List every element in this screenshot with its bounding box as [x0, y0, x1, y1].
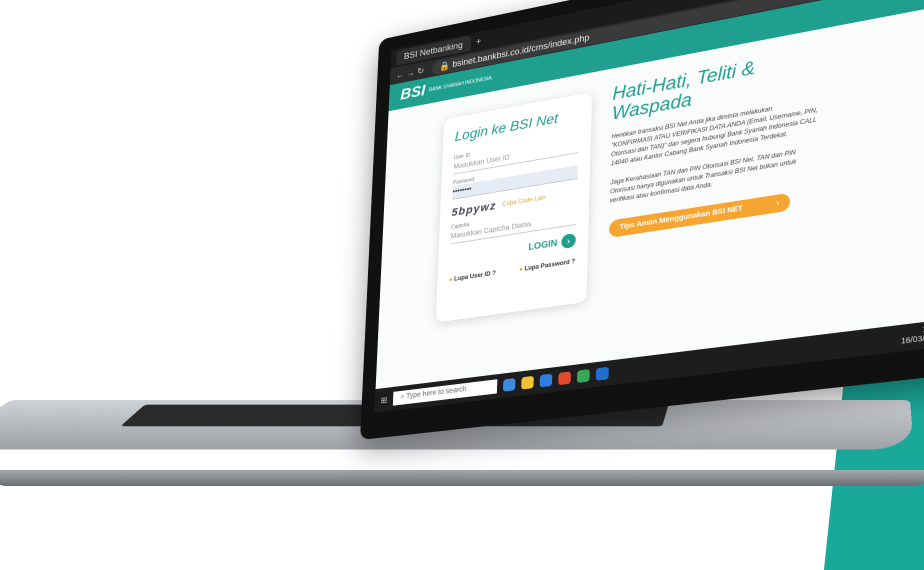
- login-button-label: LOGIN: [528, 237, 558, 253]
- opera-icon[interactable]: [557, 371, 571, 386]
- laptop-screen-bezel: BSI Netbanking + – □ × ← → ↻ 🔒 bsinet.ba…: [360, 0, 924, 441]
- mail-icon[interactable]: [539, 373, 553, 388]
- laptop-front-edge: [0, 470, 924, 486]
- taskbar-search-placeholder: Type here to search: [405, 385, 467, 401]
- forgot-password-label: Lupa Password ?: [524, 259, 576, 273]
- forgot-password-link[interactable]: ● Lupa Password ?: [519, 259, 575, 273]
- word-icon[interactable]: [595, 366, 609, 381]
- captcha-image: 5bpywz: [451, 200, 497, 220]
- reload-icon[interactable]: ↻: [417, 65, 424, 77]
- security-info-panel: Hati-Hati, Teliti & Waspada Hentikan tra…: [608, 46, 818, 238]
- taskbar-clock[interactable]: 13:05 16/03/2021: [901, 324, 924, 347]
- back-arrow-icon[interactable]: ←: [396, 69, 405, 80]
- task-view-icon[interactable]: [502, 378, 516, 392]
- chevron-right-icon: ›: [776, 199, 780, 208]
- lock-icon: 🔒: [439, 59, 451, 72]
- forgot-user-id-link[interactable]: ● Lupa User ID ?: [449, 271, 496, 284]
- login-card: Login ke BSI Net User ID Masukkan User I…: [435, 91, 593, 323]
- captcha-refresh-link[interactable]: Coba Code Lain: [502, 195, 546, 208]
- windows-start-icon[interactable]: ⊞: [381, 395, 388, 405]
- chevron-right-icon: ›: [561, 232, 576, 250]
- file-explorer-icon[interactable]: [520, 375, 534, 390]
- laptop-screen: BSI Netbanking + – □ × ← → ↻ 🔒 bsinet.ba…: [374, 0, 924, 413]
- logo-subtitle: BANK SYARIAH INDONESIA: [428, 75, 492, 94]
- forgot-user-id-label: Lupa User ID ?: [454, 270, 496, 283]
- laptop: BSI Netbanking + – □ × ← → ↻ 🔒 bsinet.ba…: [0, 0, 924, 538]
- forward-arrow-icon[interactable]: →: [406, 67, 415, 78]
- tips-button-label: Tips Aman Menggunakan BSI NET: [619, 205, 743, 232]
- bsi-logo[interactable]: BSI: [400, 83, 426, 105]
- chrome-icon[interactable]: [576, 369, 590, 384]
- new-tab-button[interactable]: +: [476, 36, 481, 46]
